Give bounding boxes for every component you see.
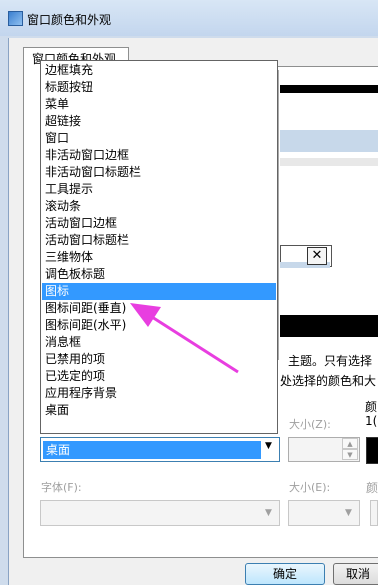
annotation-arrow-icon <box>130 303 239 374</box>
